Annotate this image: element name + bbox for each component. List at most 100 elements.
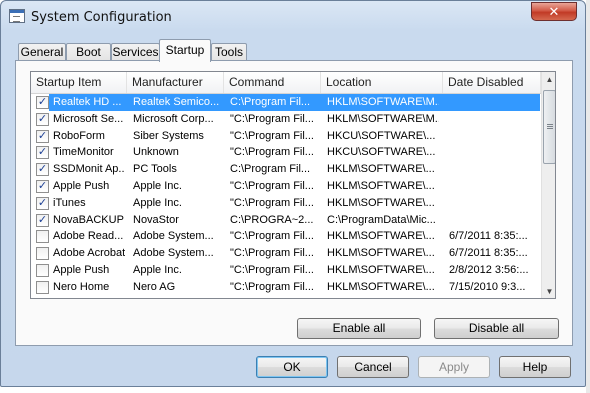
disable-all-button[interactable]: Disable all [434, 318, 559, 339]
location-cell: HKLM\SOFTWARE\... [327, 280, 435, 293]
table-row[interactable]: ✓ NovaBACKUP NovaStor C:\PROGRA~2... C:\Prog… [31, 212, 541, 229]
manufacturer-cell: Adobe System... [133, 247, 214, 260]
date-disabled-cell [449, 111, 539, 128]
apply-button[interactable]: Apply [418, 356, 490, 378]
tab-services[interactable]: Services [111, 43, 160, 61]
startup-item-checkbox[interactable]: ✓ [36, 180, 49, 193]
tab-tools[interactable]: Tools [211, 43, 247, 61]
location-cell: HKCU\SOFTWARE\... [327, 129, 436, 142]
column-header-date-disabled[interactable]: Date Disabled [443, 72, 541, 93]
date-disabled-cell [449, 178, 539, 195]
scroll-up-arrow-icon[interactable]: ▲ [542, 72, 555, 88]
startup-item-checkbox[interactable]: ✓ [36, 146, 49, 160]
table-row[interactable]: ✓ Apple Push Apple Inc. "C:\Program Fil... H… [31, 178, 541, 195]
startup-item-checkbox[interactable] [36, 247, 49, 261]
table-row[interactable]: ✓ SSDMonit Ap... PC Tools C:\Program Fil...… [31, 161, 541, 178]
location-cell: HKLM\SOFTWARE\... [327, 230, 435, 243]
command-cell: C:\Program Fil... [230, 163, 311, 176]
startup-item-checkbox[interactable]: ✓ [36, 112, 49, 126]
tab-startup[interactable]: Startup [159, 39, 211, 62]
table-row[interactable]: ✓ RoboForm Siber Systems "C:\Program Fil...… [31, 128, 541, 145]
table-row[interactable]: BSDAppUpd... Bootstrap Soft... C:\Program … [31, 296, 541, 299]
startup-item-cell: TimeMonitor [53, 146, 114, 159]
column-header-startup-item[interactable]: Startup Item [31, 72, 127, 93]
location-cell: HKLM\SOFTWARE\M... [327, 96, 439, 108]
startup-item-checkbox[interactable]: ✓ [36, 96, 49, 109]
window-title: System Configuration [31, 10, 172, 25]
date-disabled-cell [449, 195, 539, 212]
date-disabled-cell [449, 161, 539, 178]
manufacturer-cell: Bootstrap Soft... [133, 296, 221, 299]
close-button[interactable]: ✕ [531, 2, 577, 21]
startup-item-cell: Microsoft Se... [53, 112, 124, 125]
manufacturer-cell: Adobe System... [133, 230, 214, 243]
startup-item-checkbox[interactable]: ✓ [36, 129, 49, 143]
startup-item-checkbox[interactable] [36, 280, 49, 294]
location-cell: HKLM\SOFTWARE\... [327, 296, 439, 299]
table-row[interactable]: ✓ TimeMonitor Unknown "C:\Program Fil... HKC… [31, 144, 541, 161]
table-row[interactable]: ✓ Realtek HD ... Realtek Semico... C:\Progr… [31, 94, 541, 111]
startup-item-cell: Realtek HD ... [53, 96, 122, 108]
startup-item-cell: Apple Push [53, 264, 110, 276]
table-row[interactable]: ✓ iTunes Apple Inc. "C:\Program Fil... HKLM\… [31, 195, 541, 212]
manufacturer-cell: NovaStor [133, 213, 179, 226]
tab-general[interactable]: General [18, 43, 66, 61]
manufacturer-cell: Apple Inc. [133, 180, 182, 192]
command-cell: "C:\Program Fil... [230, 112, 314, 125]
startup-item-cell: iTunes [53, 196, 86, 209]
table-row[interactable]: Adobe Read... Adobe System... "C:\Program … [31, 228, 541, 245]
date-disabled-cell: 6/7/2011 8:35:... [449, 296, 539, 299]
column-header-command[interactable]: Command [224, 72, 321, 93]
startup-item-cell: RoboForm [53, 129, 105, 142]
date-disabled-cell [449, 144, 539, 161]
command-cell: "C:\Program Fil... [230, 247, 314, 260]
table-row[interactable]: Apple Push Apple Inc. "C:\Program Fil... HK… [31, 262, 541, 279]
startup-item-cell: Adobe Acrobat [53, 247, 125, 260]
startup-item-checkbox[interactable]: ✓ [36, 213, 49, 227]
date-disabled-cell: 2/8/2012 3:56:... [449, 264, 529, 276]
startup-item-checkbox[interactable]: ✓ [36, 163, 49, 177]
help-button[interactable]: Help [499, 356, 571, 378]
manufacturer-cell: Apple Inc. [133, 196, 182, 209]
column-header-location[interactable]: Location [321, 72, 443, 93]
startup-item-checkbox[interactable] [36, 230, 49, 244]
command-cell: "C:\Program Fil... [230, 146, 314, 159]
table-row[interactable]: Nero Home Nero AG "C:\Program Fil... HKLM\S… [31, 279, 541, 296]
date-disabled-cell: 6/7/2011 8:35:... [449, 230, 528, 243]
startup-tab-panel: Startup Item Manufacturer Command Locati… [15, 60, 573, 346]
cancel-button[interactable]: Cancel [337, 356, 409, 378]
vertical-scrollbar[interactable]: ▲ ▼ [541, 72, 555, 298]
location-cell: HKLM\SOFTWARE\... [327, 247, 435, 260]
table-row[interactable]: ✓ Microsoft Se... Microsoft Corp... "C:\Pro… [31, 111, 541, 128]
command-cell: "C:\Program Fil... [230, 196, 314, 209]
date-disabled-cell: 7/15/2010 9:3... [449, 280, 526, 293]
date-disabled-cell: 6/7/2011 8:35:... [449, 247, 528, 260]
location-cell: C:\ProgramData\Mic... [327, 213, 436, 226]
scroll-thumb[interactable] [543, 90, 555, 164]
command-cell: "C:\Program Fil... [230, 230, 314, 243]
table-row[interactable]: Adobe Acrobat Adobe System... "C:\Program … [31, 245, 541, 262]
startup-item-cell: BSDAppUpd... [53, 296, 125, 299]
startup-item-cell: NovaBACKUP [53, 213, 124, 226]
enable-all-button[interactable]: Enable all [297, 318, 421, 339]
startup-item-cell: SSDMonit Ap... [53, 163, 125, 176]
tab-boot[interactable]: Boot [66, 43, 111, 61]
command-cell: C:\Program Fil... [230, 96, 311, 108]
date-disabled-cell [449, 212, 539, 229]
startup-item-cell: Apple Push [53, 180, 110, 192]
manufacturer-cell: Microsoft Corp... [133, 112, 214, 125]
startup-items-list[interactable]: Startup Item Manufacturer Command Locati… [30, 71, 556, 299]
scroll-down-arrow-icon[interactable]: ▼ [542, 284, 555, 298]
startup-item-cell: Adobe Read... [53, 230, 124, 243]
startup-item-checkbox[interactable] [36, 264, 49, 277]
command-cell: "C:\Program Fil... [230, 180, 314, 192]
location-cell: HKLM\SOFTWARE\... [327, 264, 435, 276]
startup-item-checkbox[interactable]: ✓ [36, 196, 49, 210]
location-cell: HKLM\SOFTWARE\... [327, 180, 435, 192]
manufacturer-cell: Unknown [133, 146, 179, 159]
column-header-manufacturer[interactable]: Manufacturer [127, 72, 224, 93]
startup-item-checkbox[interactable] [36, 297, 49, 298]
command-cell: C:\Program Fil... [230, 296, 318, 299]
manufacturer-cell: Nero AG [133, 280, 176, 293]
ok-button[interactable]: OK [256, 356, 328, 378]
